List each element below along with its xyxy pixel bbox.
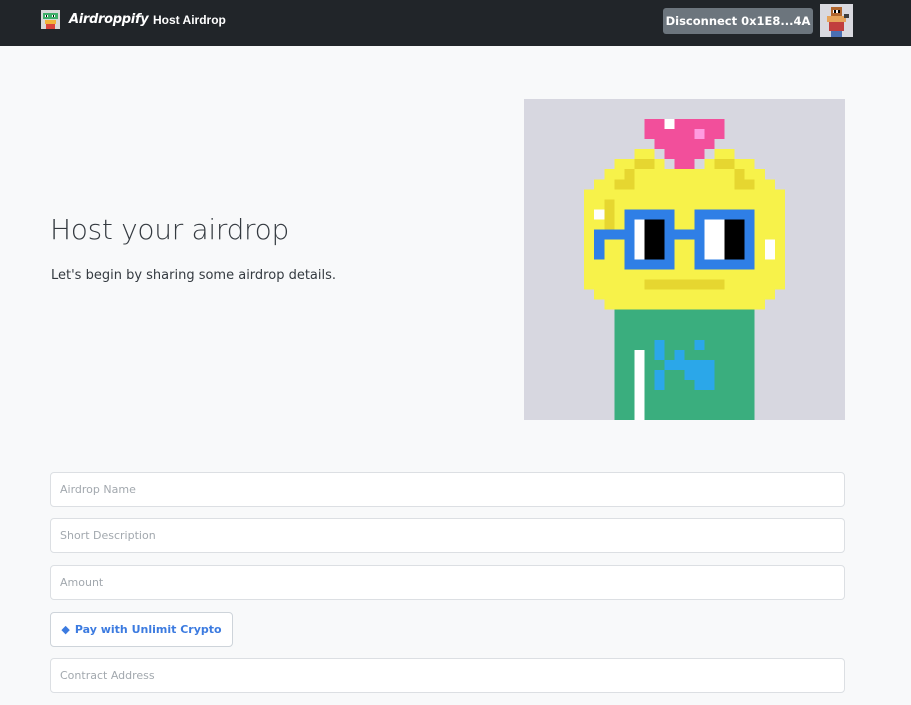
pixel-character-image bbox=[524, 99, 845, 420]
brand[interactable]: Airdroppify bbox=[41, 10, 149, 29]
top-navbar: Airdroppify Host Airdrop Disconnect 0x1E… bbox=[0, 0, 911, 46]
disconnect-wallet-button[interactable]: Disconnect 0x1E8...4A bbox=[663, 8, 813, 34]
pay-button-label: Pay with Unlimit Crypto bbox=[74, 623, 222, 636]
airdrop-name-input[interactable] bbox=[50, 472, 845, 507]
short-description-input[interactable] bbox=[50, 518, 845, 553]
nav-link-host-airdrop[interactable]: Host Airdrop bbox=[153, 13, 226, 27]
page-title: Host your airdrop bbox=[50, 213, 289, 246]
contract-address-input[interactable] bbox=[50, 658, 845, 693]
ticket-icon: ◆ bbox=[61, 623, 70, 636]
avatar[interactable] bbox=[820, 4, 853, 37]
amount-input[interactable] bbox=[50, 565, 845, 600]
brand-logo-icon bbox=[41, 10, 60, 29]
brand-name: Airdroppify bbox=[69, 12, 149, 27]
pay-with-unlimit-crypto-button[interactable]: ◆ Pay with Unlimit Crypto bbox=[50, 612, 233, 647]
page-subtitle: Let's begin by sharing some airdrop deta… bbox=[51, 268, 337, 283]
